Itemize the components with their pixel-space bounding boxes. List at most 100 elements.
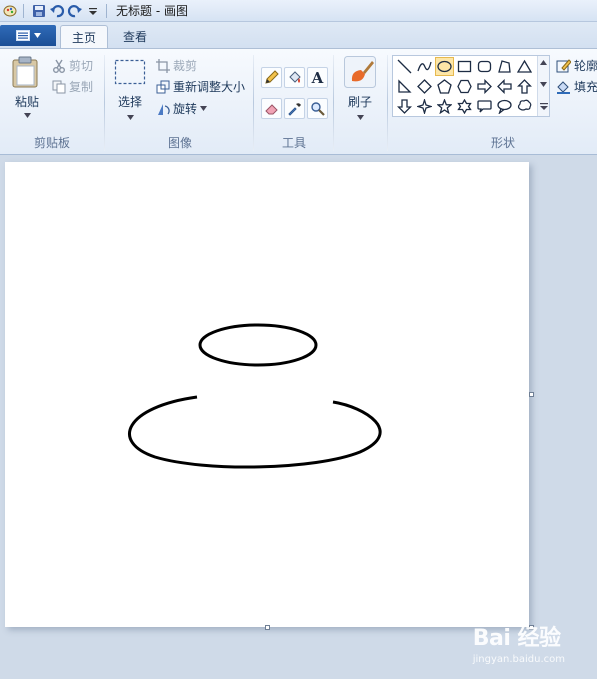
group-separator [104, 55, 105, 151]
cut-button[interactable]: 剪切 [52, 57, 93, 74]
shapes-scrollbar[interactable] [537, 56, 549, 116]
eyedropper-icon [288, 103, 301, 116]
brushes-dropdown-icon[interactable] [357, 115, 364, 120]
up-arrow-shape-icon[interactable] [515, 77, 534, 96]
resize-handle-bottom[interactable] [265, 625, 270, 630]
select-button[interactable] [114, 59, 146, 85]
select-rectangle-icon [114, 59, 146, 85]
resize-button[interactable]: 重新调整大小 [156, 78, 245, 95]
line-shape-icon[interactable] [395, 57, 414, 76]
outline-button[interactable]: 轮廓 [556, 57, 597, 74]
paste-dropdown-icon[interactable] [24, 113, 31, 118]
curve-shape-icon[interactable] [415, 57, 434, 76]
base-ellipse-arc [128, 395, 382, 469]
five-point-star-icon[interactable] [435, 97, 454, 116]
resize-handle-right[interactable] [529, 392, 534, 397]
watermark-main: Bai 经验 [472, 626, 561, 651]
oval-callout-shape-icon[interactable] [495, 97, 514, 116]
brushes-button[interactable] [344, 56, 376, 88]
hexagon-shape-icon[interactable] [455, 77, 474, 96]
magnifier-icon [311, 102, 325, 116]
left-arrow-shape-icon[interactable] [495, 77, 514, 96]
menu-icon [15, 30, 30, 41]
chevron-down-icon [33, 33, 41, 38]
group-separator [333, 55, 334, 151]
pencil-icon [265, 70, 279, 84]
paste-label: 粘贴 [14, 95, 39, 109]
fill-tool[interactable] [284, 67, 305, 88]
rotate-dropdown-icon [200, 106, 208, 111]
crop-icon [156, 58, 170, 73]
fill-label: 填充 [574, 80, 597, 94]
paste-icon [12, 56, 38, 88]
tab-home[interactable]: 主页 [60, 25, 109, 48]
copy-icon [52, 80, 66, 93]
scissors-icon [53, 59, 65, 73]
oval-shape-icon[interactable] [435, 57, 454, 76]
down-arrow-shape-icon[interactable] [395, 97, 414, 116]
polygon-shape-icon[interactable] [495, 57, 514, 76]
pencil-tool[interactable] [261, 67, 282, 88]
crop-button[interactable]: 裁剪 [156, 57, 197, 74]
rectangle-shape-icon[interactable] [455, 57, 474, 76]
scroll-up-icon[interactable] [540, 60, 547, 65]
text-tool[interactable]: A [307, 67, 328, 88]
color-picker-tool[interactable] [284, 98, 305, 119]
eraser-icon [265, 104, 278, 115]
right-triangle-shape-icon[interactable] [395, 77, 414, 96]
crop-label: 裁剪 [173, 59, 198, 73]
fill-icon [557, 81, 570, 94]
redo-icon[interactable] [67, 3, 83, 19]
paste-button[interactable] [10, 56, 40, 88]
watermark: Bai 经验 jingyan.baidu.com [473, 620, 565, 665]
window-title: 无标题 - 画图 [116, 4, 188, 18]
watermark-url: jingyan.baidu.com [472, 654, 565, 665]
paint-bucket-icon [289, 71, 301, 83]
shapes-gallery [392, 55, 550, 117]
shapes-group-label: 形状 [490, 136, 515, 150]
six-point-star-icon[interactable] [455, 97, 474, 116]
clipboard-group-label: 剪贴板 [33, 136, 70, 150]
title-bar: 无标题 - 画图 [0, 0, 597, 22]
customize-quick-access-icon[interactable] [85, 3, 101, 19]
scroll-down-icon[interactable] [540, 82, 547, 87]
undo-icon[interactable] [49, 3, 65, 19]
expand-gallery-icon[interactable] [540, 102, 548, 110]
rounded-callout-shape-icon[interactable] [475, 97, 494, 116]
tab-view[interactable]: 查看 [112, 25, 158, 48]
resize-label: 重新调整大小 [173, 80, 246, 94]
ribbon: 粘贴 剪切 复制 剪贴板 选择 裁剪 重新调整大小 旋转 图像 A 工具 刷子 … [0, 48, 597, 155]
select-dropdown-icon[interactable] [127, 115, 134, 120]
paint-menu-button[interactable] [0, 25, 56, 46]
image-group-label: 图像 [167, 136, 192, 150]
fill-button[interactable]: 填充 [556, 78, 597, 95]
drawing-canvas[interactable] [5, 162, 529, 627]
right-arrow-shape-icon[interactable] [475, 77, 494, 96]
eraser-tool[interactable] [261, 98, 282, 119]
copy-label: 复制 [69, 80, 94, 94]
save-icon[interactable] [31, 3, 47, 19]
rotate-button[interactable]: 旋转 [156, 100, 208, 117]
brushes-label: 刷子 [347, 95, 372, 109]
workspace: Bai 经验 jingyan.baidu.com [0, 156, 597, 679]
paint-app-icon[interactable] [2, 3, 18, 19]
magnifier-tool[interactable] [307, 98, 328, 119]
text-icon: A [311, 68, 324, 87]
resize-icon [156, 80, 170, 93]
canvas-drawing [128, 323, 382, 469]
group-separator [387, 55, 388, 151]
cut-label: 剪切 [69, 59, 94, 73]
group-separator [253, 55, 254, 151]
pentagon-shape-icon[interactable] [435, 77, 454, 96]
triangle-shape-icon[interactable] [515, 57, 534, 76]
diamond-shape-icon[interactable] [415, 77, 434, 96]
rounded-rectangle-shape-icon[interactable] [475, 57, 494, 76]
brush-icon [344, 56, 376, 88]
cloud-callout-shape-icon[interactable] [515, 97, 534, 116]
tools-group-label: 工具 [281, 136, 306, 150]
outline-label: 轮廓 [574, 59, 597, 73]
outline-icon [556, 59, 571, 73]
top-ellipse [198, 323, 318, 367]
four-point-star-icon[interactable] [415, 97, 434, 116]
copy-button[interactable]: 复制 [52, 78, 93, 95]
